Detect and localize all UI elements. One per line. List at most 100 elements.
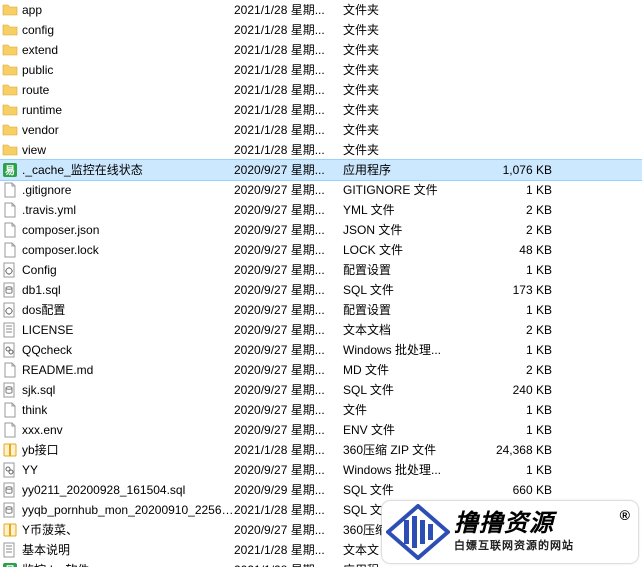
file-name-cell[interactable]: composer.json [0,220,234,240]
file-date-cell: 2021/1/28 星期... [234,500,343,520]
file-name-cell[interactable]: yyqb_pornhub_mon_20200910_22565... [0,500,234,520]
file-type-cell: 文件夹 [343,80,477,100]
file-row[interactable]: extend2021/1/28 星期...文件夹 [0,40,642,60]
file-name-cell[interactable]: .gitignore [0,180,234,200]
file-row[interactable]: Config2020/9/27 星期...配置设置1 KB [0,260,642,280]
file-list[interactable]: app2021/1/28 星期...文件夹config2021/1/28 星期.… [0,0,642,567]
file-name-cell[interactable]: 基本说明 [0,540,234,560]
file-name-cell[interactable]: .travis.yml [0,200,234,220]
file-name-label: think [22,400,47,420]
file-row[interactable]: dos配置2020/9/27 星期...配置设置1 KB [0,300,642,320]
file-date-cell: 2021/1/28 星期... [234,20,343,40]
file-date-cell: 2020/9/27 星期... [234,400,343,420]
file-name-cell[interactable]: composer.lock [0,240,234,260]
file-icon [2,242,18,258]
watermark-title: 撸撸资源 [454,511,574,537]
file-name-cell[interactable]: QQcheck [0,340,234,360]
file-name-cell[interactable]: Y币菠菜、 [0,520,234,540]
file-name-cell[interactable]: vendor [0,120,234,140]
file-date-cell: 2020/9/27 星期... [234,180,343,200]
file-name-cell[interactable]: yb接口 [0,440,234,460]
file-row[interactable]: composer.lock2020/9/27 星期...LOCK 文件48 KB [0,240,642,260]
file-row[interactable]: app2021/1/28 星期...文件夹 [0,0,642,20]
file-name-cell[interactable]: YY [0,460,234,480]
file-date-cell: 2020/9/27 星期... [234,520,343,540]
file-name-cell[interactable]: 易监控dos软件 [0,560,234,567]
sql-icon [2,382,18,398]
file-type-cell: Windows 批处理... [343,340,477,360]
file-type-cell: SQL 文件 [343,480,477,500]
file-type-cell: SQL 文件 [343,280,477,300]
file-name-cell[interactable]: yy0211_20200928_161504.sql [0,480,234,500]
file-name-cell[interactable]: config [0,20,234,40]
file-row[interactable]: route2021/1/28 星期...文件夹 [0,80,642,100]
file-name-cell[interactable]: db1.sql [0,280,234,300]
file-name-cell[interactable]: route [0,80,234,100]
file-icon [2,422,18,438]
folder-icon [2,102,18,118]
sql-icon [2,282,18,298]
watermark-overlay: 撸撸资源 白嫖互联网资源的网站 ® [382,501,638,563]
file-name-label: composer.json [22,220,99,240]
file-name-cell[interactable]: extend [0,40,234,60]
file-row[interactable]: config2021/1/28 星期...文件夹 [0,20,642,40]
watermark-reg-icon: ® [620,507,630,523]
file-name-cell[interactable]: sjk.sql [0,380,234,400]
file-row[interactable]: think2020/9/27 星期...文件1 KB [0,400,642,420]
file-name-label: LICENSE [22,320,73,340]
file-type-cell: YML 文件 [343,200,477,220]
file-name-cell[interactable]: xxx.env [0,420,234,440]
file-row[interactable]: .travis.yml2020/9/27 星期...YML 文件2 KB [0,200,642,220]
file-icon [2,222,18,238]
file-type-cell: GITIGNORE 文件 [343,180,477,200]
zip-icon [2,442,18,458]
file-name-cell[interactable]: app [0,0,234,20]
file-size-cell: 1 KB [477,400,558,420]
file-row[interactable]: QQcheck2020/9/27 星期...Windows 批处理...1 KB [0,340,642,360]
file-row[interactable]: public2021/1/28 星期...文件夹 [0,60,642,80]
file-row[interactable]: composer.json2020/9/27 星期...JSON 文件2 KB [0,220,642,240]
file-date-cell: 2021/1/28 星期... [234,60,343,80]
file-row[interactable]: YY2020/9/27 星期...Windows 批处理...1 KB [0,460,642,480]
file-row[interactable]: vendor2021/1/28 星期...文件夹 [0,120,642,140]
file-icon [2,402,18,418]
file-type-cell: ENV 文件 [343,420,477,440]
file-size-cell: 2 KB [477,220,558,240]
file-row[interactable]: yy0211_20200928_161504.sql2020/9/29 星期..… [0,480,642,500]
file-name-cell[interactable]: runtime [0,100,234,120]
file-size-cell: 173 KB [477,280,558,300]
file-size-cell: 1 KB [477,300,558,320]
file-name-cell[interactable]: Config [0,260,234,280]
file-row[interactable]: 易._cache_监控在线状态2020/9/27 星期...应用程序1,076 … [0,160,642,180]
file-name-cell[interactable]: view [0,140,234,160]
file-row[interactable]: xxx.env2020/9/27 星期...ENV 文件1 KB [0,420,642,440]
file-name-label: ._cache_监控在线状态 [22,160,143,180]
file-row[interactable]: README.md2020/9/27 星期...MD 文件2 KB [0,360,642,380]
file-name-label: .travis.yml [22,200,76,220]
file-row[interactable]: yb接口2021/1/28 星期...360压缩 ZIP 文件24,368 KB [0,440,642,460]
file-name-label: Config [22,260,57,280]
folder-icon [2,82,18,98]
file-name-label: Y币菠菜、 [22,520,78,540]
file-row[interactable]: view2021/1/28 星期...文件夹 [0,140,642,160]
file-name-cell[interactable]: README.md [0,360,234,380]
file-date-cell: 2021/1/28 星期... [234,140,343,160]
file-name-label: composer.lock [22,240,99,260]
file-name-cell[interactable]: 易._cache_监控在线状态 [0,160,234,180]
file-row[interactable]: db1.sql2020/9/27 星期...SQL 文件173 KB [0,280,642,300]
file-name-cell[interactable]: think [0,400,234,420]
e-app-icon: 易 [2,562,18,567]
file-row[interactable]: LICENSE2020/9/27 星期...文本文档2 KB [0,320,642,340]
file-icon [2,362,18,378]
file-name-cell[interactable]: dos配置 [0,300,234,320]
file-size-cell: 1 KB [477,420,558,440]
file-date-cell: 2020/9/27 星期... [234,320,343,340]
e-app-icon: 易 [2,162,18,178]
file-date-cell: 2020/9/27 星期... [234,460,343,480]
file-name-cell[interactable]: LICENSE [0,320,234,340]
file-row[interactable]: .gitignore2020/9/27 星期...GITIGNORE 文件1 K… [0,180,642,200]
file-row[interactable]: sjk.sql2020/9/27 星期...SQL 文件240 KB [0,380,642,400]
file-name-cell[interactable]: public [0,60,234,80]
file-row[interactable]: runtime2021/1/28 星期...文件夹 [0,100,642,120]
file-date-cell: 2020/9/27 星期... [234,340,343,360]
